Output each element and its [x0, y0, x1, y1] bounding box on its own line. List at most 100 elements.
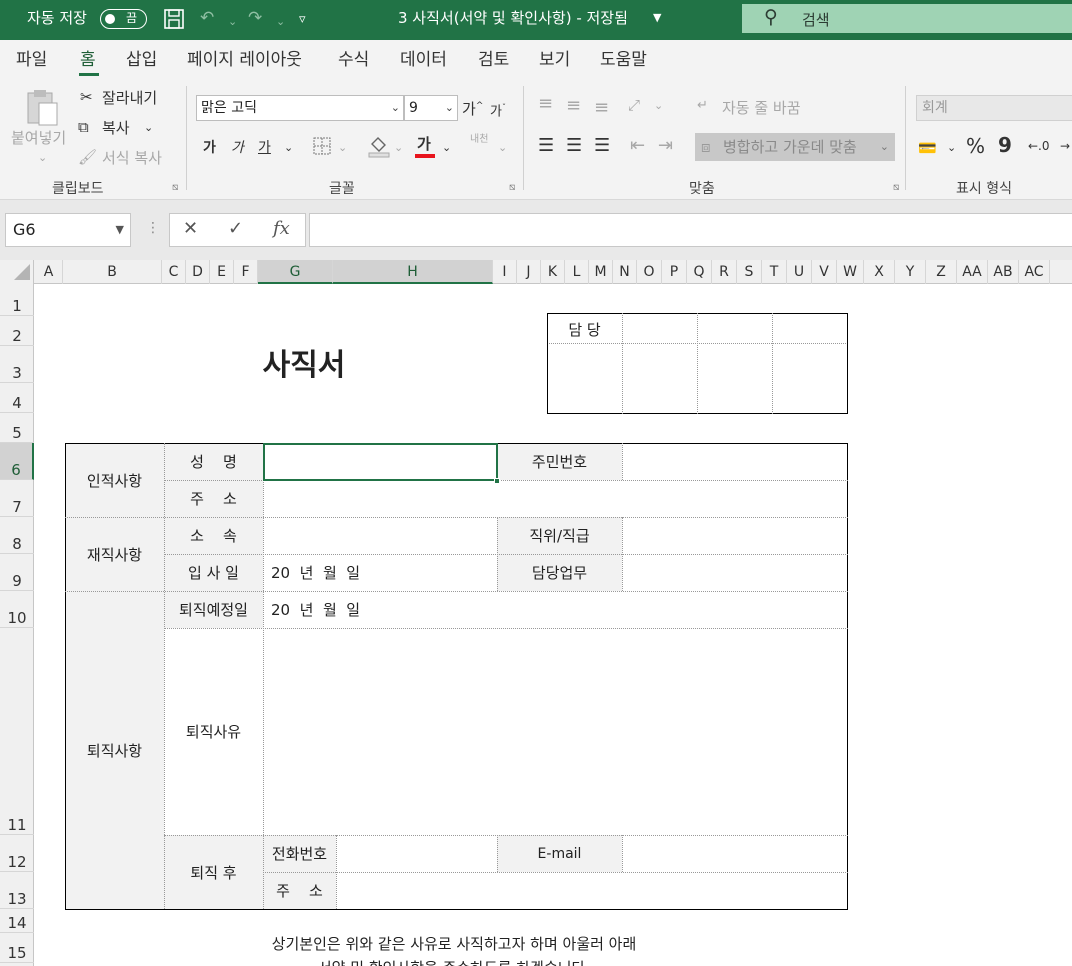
format-painter-icon[interactable]: 🖌 — [78, 147, 97, 167]
save-icon[interactable] — [163, 8, 185, 35]
redo-dropdown-icon[interactable]: ⌄ — [276, 12, 285, 32]
formula-input[interactable] — [309, 213, 1072, 247]
copy-dropdown-icon[interactable]: ⌄ — [144, 118, 153, 138]
tab-view[interactable]: 보기 — [539, 49, 570, 71]
column-header-c[interactable]: C — [162, 260, 186, 284]
name-box[interactable]: G6 ▼ — [5, 213, 131, 247]
cut-icon[interactable]: ✂ — [80, 87, 93, 107]
row-header-9[interactable]: 9 — [0, 554, 34, 591]
row-header-1[interactable]: 1 — [0, 284, 34, 316]
row-header-15[interactable]: 15 — [0, 933, 34, 963]
accounting-format-icon[interactable]: 💳 — [918, 138, 937, 158]
tab-formulas[interactable]: 수식 — [338, 49, 369, 71]
address-input[interactable] — [263, 480, 847, 517]
cancel-icon[interactable]: ✕ — [183, 218, 198, 239]
tab-review[interactable]: 검토 — [478, 49, 509, 71]
column-header-z[interactable]: Z — [926, 260, 957, 284]
row-header-4[interactable]: 4 — [0, 383, 34, 413]
column-header-e[interactable]: E — [210, 260, 234, 284]
column-header-j[interactable]: J — [517, 260, 541, 284]
decrease-indent-icon[interactable]: ⇤ — [630, 136, 645, 156]
accounting-dropdown-icon[interactable]: ⌄ — [947, 138, 956, 158]
undo-dropdown-icon[interactable]: ⌄ — [228, 12, 237, 32]
align-right-icon[interactable]: ☰ — [594, 136, 610, 156]
align-left-icon[interactable]: ☰ — [538, 136, 554, 156]
row-header-13[interactable]: 13 — [0, 872, 34, 909]
column-header-m[interactable]: M — [589, 260, 613, 284]
copy-button[interactable]: 복사 — [102, 118, 130, 138]
select-all-button[interactable] — [0, 260, 34, 284]
undo-icon[interactable]: ↶ — [200, 8, 214, 28]
phone-input[interactable] — [336, 835, 497, 872]
increase-indent-icon[interactable]: ⇥ — [658, 136, 673, 156]
department-input[interactable] — [263, 517, 497, 554]
row-header-2[interactable]: 2 — [0, 316, 34, 346]
align-center-icon[interactable]: ☰ — [566, 136, 582, 156]
column-header-aa[interactable]: AA — [957, 260, 988, 284]
wrap-text-button[interactable]: 자동 줄 바꿈 — [722, 98, 801, 118]
customize-toolbar-icon[interactable]: ▿ — [299, 10, 306, 30]
phonetic-button[interactable]: 내천 — [470, 134, 492, 146]
paste-icon[interactable] — [22, 88, 62, 133]
row-header-7[interactable]: 7 — [0, 480, 34, 517]
column-header-g[interactable]: G — [258, 260, 333, 284]
row-header-8[interactable]: 8 — [0, 517, 34, 554]
row-header-5[interactable]: 5 — [0, 413, 34, 443]
column-header-a[interactable]: A — [35, 260, 63, 284]
font-color-dropdown-icon[interactable]: ⌄ — [442, 138, 451, 158]
email-input[interactable] — [622, 835, 847, 872]
column-header-f[interactable]: F — [234, 260, 258, 284]
column-header-h[interactable]: H — [333, 260, 493, 284]
row-header-12[interactable]: 12 — [0, 835, 34, 872]
align-bottom-icon[interactable]: ≡ — [594, 98, 609, 118]
rrn-input[interactable] — [622, 443, 847, 480]
redo-icon[interactable]: ↷ — [248, 8, 262, 28]
row-header-10[interactable]: 10 — [0, 591, 34, 628]
column-header-q[interactable]: Q — [687, 260, 712, 284]
tab-file[interactable]: 파일 — [16, 49, 47, 71]
column-header-n[interactable]: N — [613, 260, 637, 284]
address-after-input[interactable] — [336, 872, 847, 909]
column-header-r[interactable]: R — [712, 260, 737, 284]
column-header-t[interactable]: T — [762, 260, 787, 284]
column-header-b[interactable]: B — [63, 260, 162, 284]
column-header-k[interactable]: K — [541, 260, 565, 284]
grow-font-button[interactable]: 가^ — [462, 96, 483, 119]
wrap-text-icon[interactable]: ↵ — [697, 96, 708, 116]
borders-dropdown-icon[interactable]: ⌄ — [338, 138, 347, 158]
underline-button[interactable]: 가 — [258, 138, 271, 158]
column-header-x[interactable]: X — [864, 260, 895, 284]
duty-input[interactable] — [622, 554, 847, 591]
number-format-select[interactable]: 회계 — [916, 95, 1072, 121]
column-header-i[interactable]: I — [493, 260, 517, 284]
column-header-s[interactable]: S — [737, 260, 762, 284]
column-header-v[interactable]: V — [812, 260, 837, 284]
tab-insert[interactable]: 삽입 — [126, 49, 157, 71]
worksheet[interactable]: 사직서 담 당 인적사항 재직사항 퇴직사항 성 명 주 소 소 속 입 사 일… — [34, 284, 1072, 966]
fill-handle[interactable] — [494, 478, 500, 484]
comma-button[interactable]: 9 — [998, 135, 1012, 155]
font-size-select[interactable]: 9 ⌄ — [404, 95, 458, 121]
font-launcher-icon[interactable]: ⧅ — [509, 182, 515, 193]
alignment-launcher-icon[interactable]: ⧅ — [893, 182, 899, 193]
align-top-icon[interactable]: ≡ — [538, 94, 553, 114]
tab-help[interactable]: 도움말 — [600, 49, 647, 71]
active-cell-name[interactable] — [263, 443, 498, 481]
paste-button[interactable]: 붙여넣기 — [11, 128, 66, 148]
column-header-o[interactable]: O — [637, 260, 662, 284]
orientation-dropdown-icon[interactable]: ⌄ — [654, 96, 663, 116]
increase-decimal-icon[interactable]: ←.0 — [1028, 136, 1050, 156]
fill-color-dropdown-icon[interactable]: ⌄ — [394, 138, 403, 158]
row-header-3[interactable]: 3 — [0, 346, 34, 383]
insert-function-icon[interactable]: fx — [273, 218, 290, 239]
align-middle-icon[interactable]: ≡ — [566, 96, 581, 116]
font-name-select[interactable]: 맑은 고딕 ⌄ — [196, 95, 404, 121]
font-color-button[interactable]: 가 — [417, 134, 431, 154]
row-header-6[interactable]: 6 — [0, 443, 34, 480]
row-header-14[interactable]: 14 — [0, 909, 34, 933]
row-header-11[interactable]: 11 — [0, 628, 34, 835]
column-header-ab[interactable]: AB — [988, 260, 1019, 284]
phonetic-dropdown-icon[interactable]: ⌄ — [498, 138, 507, 158]
enter-icon[interactable]: ✓ — [228, 218, 243, 239]
tab-home[interactable]: 홈 — [80, 49, 96, 71]
